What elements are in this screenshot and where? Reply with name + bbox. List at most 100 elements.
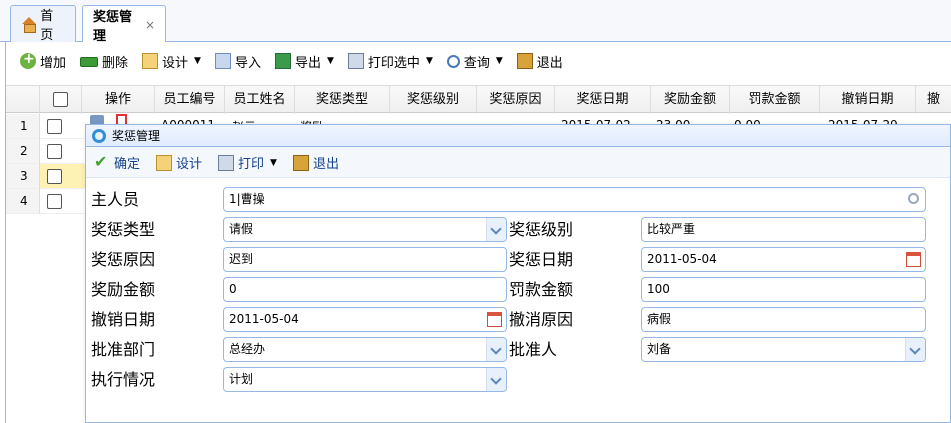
approver-label: 批准人 [509,340,558,359]
type-label: 奖惩类型 [91,220,156,239]
delete-button[interactable]: 删除 [80,52,128,71]
header-cell[interactable]: 员工姓名 [225,86,295,114]
date-field[interactable]: 2011-05-04 [641,247,926,272]
chevron-down-icon: ▼ [425,56,433,66]
header-cell[interactable]: 罚款金额 [730,86,820,114]
row-number: 2 [6,139,40,164]
row-number: 1 [6,114,40,139]
revoke-reason-field[interactable]: 病假 [641,307,926,332]
add-button[interactable]: 增加 [20,51,66,71]
row-number: 3 [6,164,40,189]
header-cell[interactable]: 奖惩原因 [477,86,555,114]
chevron-down-icon[interactable] [486,338,506,361]
header-cell[interactable]: 奖励金额 [651,86,730,114]
row-checkbox[interactable] [47,169,62,184]
type-combobox[interactable]: 请假 [223,217,507,242]
header-cell[interactable]: 撤销日期 [820,86,916,114]
level-value: 比较严重 [647,222,696,236]
dialog-print-button[interactable]: 打印 ▼ [218,153,277,172]
close-icon[interactable]: × [145,18,155,32]
header-cell[interactable]: 奖惩类型 [295,86,390,114]
search-icon[interactable] [908,193,919,204]
tab-home-label: 首页 [40,9,54,43]
dept-value: 总经办 [229,342,266,356]
revoke-reason-value: 病假 [647,312,672,326]
dialog-title: 奖惩管理 [112,129,161,143]
tab-home[interactable]: 首页 [10,5,76,43]
chevron-down-icon[interactable] [905,338,925,361]
row-checkbox[interactable] [47,194,62,209]
approver-value: 刘备 [647,342,672,356]
dialog-exit-button[interactable]: 退出 [292,153,339,172]
header-cell[interactable]: 撤 [916,86,951,114]
checkmark-icon [94,152,110,171]
grid-header: 操作 员工编号 员工姓名 奖惩类型 奖惩级别 奖惩原因 奖惩日期 奖励金额 罚款… [6,85,951,114]
import-icon [214,53,231,69]
revoke-reason-label: 撤消原因 [509,310,574,329]
chevron-down-icon: ▼ [194,56,201,66]
reward-label: 奖励金额 [91,280,156,299]
export-icon [274,53,291,69]
level-label: 奖惩级别 [509,220,574,239]
tab-reward-punishment-label: 奖惩管理 [93,9,133,44]
export-button[interactable]: 导出 ▼ [274,52,334,71]
dialog-design-button[interactable]: 设计 [156,153,202,172]
date-value: 2011-05-04 [647,252,717,266]
edit-dialog: 奖惩管理 确定 设计 打印 ▼ 退出 主人员 1|曹操 奖惩类型 请假 奖惩级别… [85,124,951,423]
calendar-icon[interactable] [487,312,502,327]
reward-field[interactable]: 0 [223,277,507,302]
header-cell[interactable]: 奖惩日期 [555,86,651,114]
row-checkbox[interactable] [47,119,62,134]
chevron-down-icon[interactable] [486,368,506,391]
approver-combobox[interactable]: 刘备 [641,337,926,362]
row-checkbox[interactable] [47,144,62,159]
exit-icon [292,154,309,171]
delete-icon [80,57,99,67]
fine-value: 100 [647,282,670,296]
print-selected-button[interactable]: 打印选中 ▼ [347,52,433,71]
header-cell[interactable]: 员工编号 [155,86,225,114]
printer-icon [218,154,235,171]
import-button[interactable]: 导入 [214,52,261,71]
status-value: 计划 [229,372,254,386]
reason-field[interactable]: 迟到 [223,247,507,272]
status-combobox[interactable]: 计划 [223,367,507,392]
revoke-date-field[interactable]: 2011-05-04 [223,307,507,332]
dept-combobox[interactable]: 总经办 [223,337,507,362]
subject-field[interactable]: 1|曹操 [223,187,926,212]
subject-label: 主人员 [91,190,140,209]
subject-value: 1|曹操 [229,192,265,206]
dialog-title-bar[interactable]: 奖惩管理 [86,125,950,147]
confirm-button[interactable]: 确定 [94,152,140,173]
dialog-toolbar: 确定 设计 打印 ▼ 退出 [86,148,950,178]
exit-icon [516,53,533,69]
search-icon [446,54,460,68]
row-number: 4 [6,189,40,214]
chevron-down-icon: ▼ [270,157,277,168]
revoke-date-value: 2011-05-04 [229,312,299,326]
main-toolbar: 增加 删除 设计 ▼ 导入 导出 ▼ 打印选中 ▼ 查询 ▼ 退出 [6,43,951,79]
header-rownum [6,86,40,114]
header-cell[interactable]: 操作 [82,86,155,114]
select-all-checkbox[interactable] [53,92,68,107]
design-icon [156,154,173,171]
tab-reward-punishment[interactable]: 奖惩管理 × [82,5,166,44]
header-cell[interactable]: 奖惩级别 [390,86,477,114]
level-field[interactable]: 比较严重 [641,217,926,242]
tab-bar: 首页 奖惩管理 × [0,0,951,44]
calendar-icon[interactable] [906,252,921,267]
fine-field[interactable]: 100 [641,277,926,302]
printer-icon [347,53,364,69]
browser-icon [92,128,106,143]
chevron-down-icon: ▼ [327,56,334,66]
exit-button[interactable]: 退出 [516,52,563,71]
design-button[interactable]: 设计 ▼ [142,52,201,71]
status-label: 执行情况 [91,370,156,389]
chevron-down-icon[interactable] [486,218,506,241]
design-icon [142,53,159,69]
reason-label: 奖惩原因 [91,250,156,269]
query-button[interactable]: 查询 ▼ [446,52,503,71]
type-value: 请假 [229,222,254,236]
add-icon [20,51,36,69]
chevron-down-icon: ▼ [495,56,503,66]
